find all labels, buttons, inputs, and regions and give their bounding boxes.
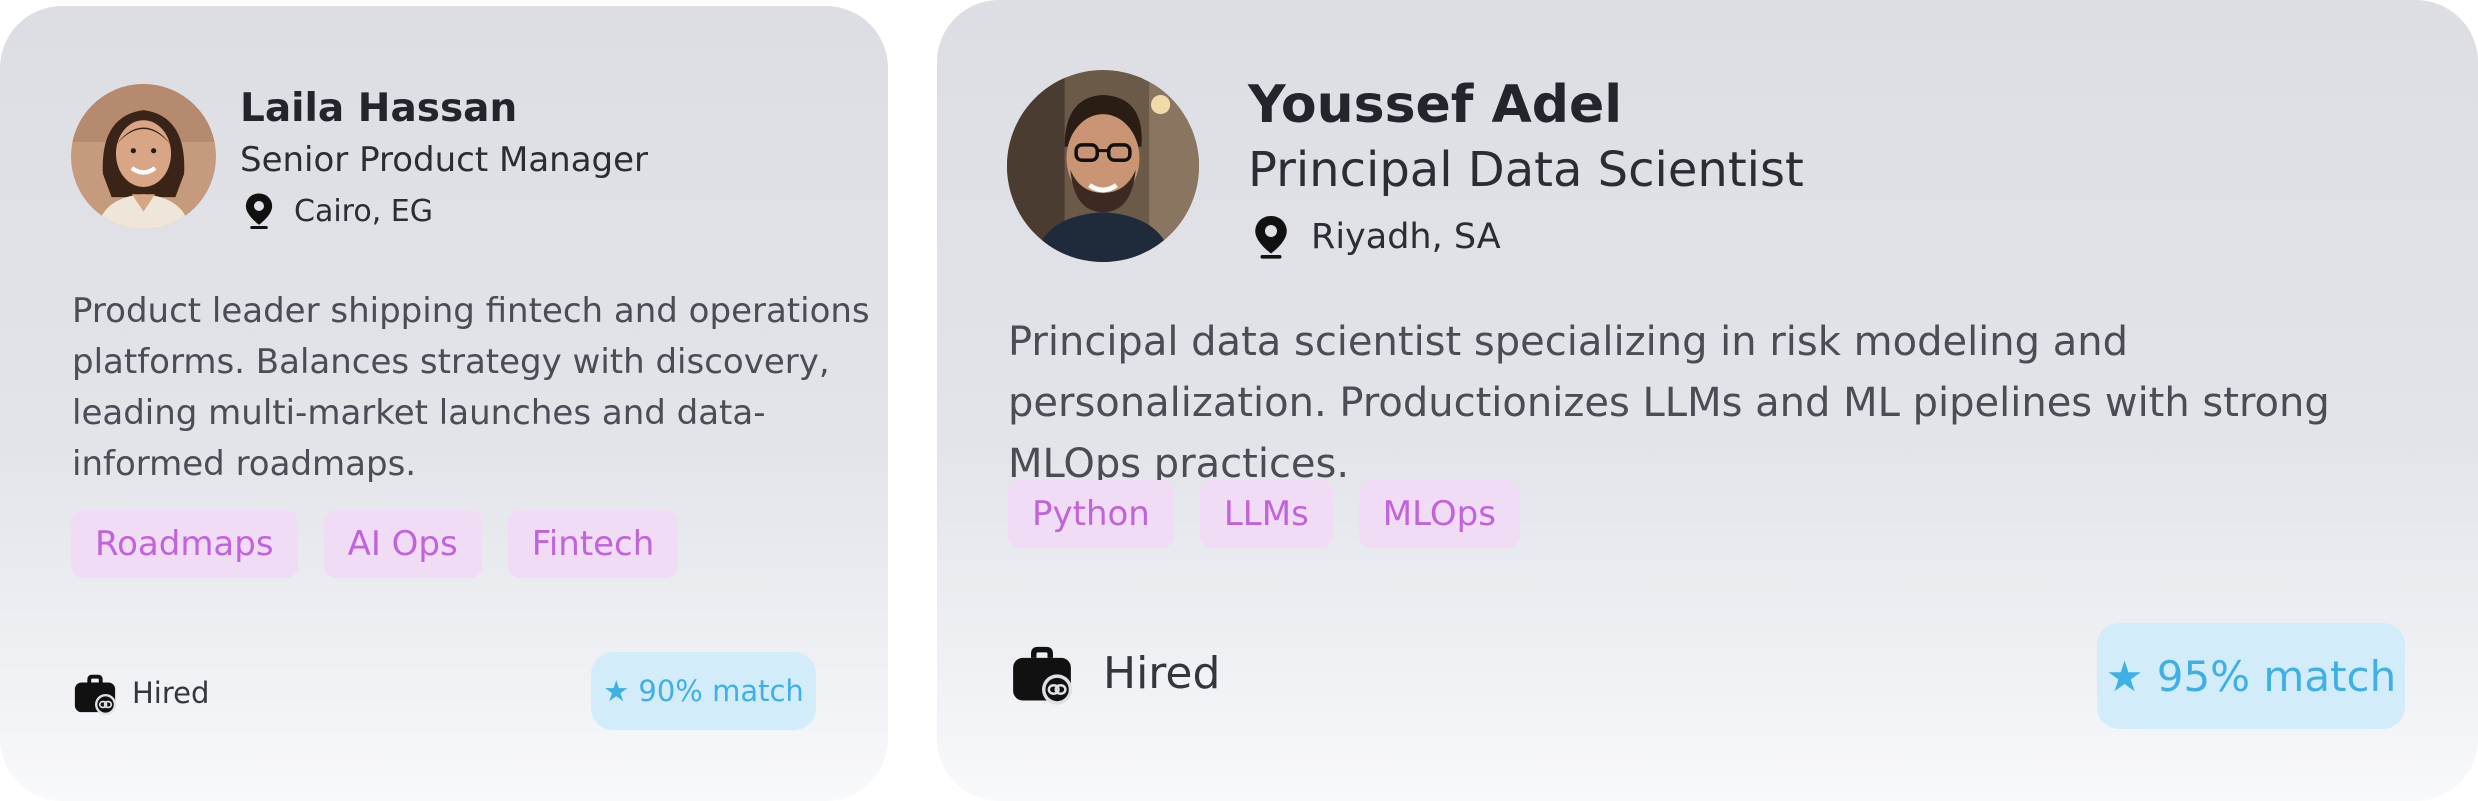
map-pin-icon — [1255, 216, 1287, 259]
briefcase-link-icon — [74, 674, 117, 716]
candidate-title: Senior Product Manager — [240, 140, 649, 180]
skill-tags: Python LLMs MLOps — [1008, 480, 1546, 548]
hiring-status: Hired — [1009, 640, 1220, 706]
skill-tag[interactable]: LLMs — [1199, 480, 1333, 548]
hiring-status: Hired — [72, 670, 209, 716]
match-badge: ★ 95% match — [2097, 623, 2405, 729]
candidate-card-laila[interactable]: Laila Hassan Senior Product Manager Cair… — [0, 6, 888, 801]
candidate-bio: Product leader shipping fintech and oper… — [72, 291, 870, 484]
avatar — [71, 84, 216, 229]
match-badge: ★ 90% match — [591, 652, 816, 730]
candidate-name: Laila Hassan — [240, 86, 518, 131]
candidate-title: Principal Data Scientist — [1248, 142, 1804, 198]
status-text: Hired — [1103, 647, 1221, 699]
location-text: Riyadh, SA — [1311, 217, 1501, 257]
candidate-bio: Principal data scientist specializing in… — [1008, 319, 2330, 487]
map-pin-icon — [245, 193, 273, 229]
status-text: Hired — [132, 676, 210, 710]
avatar-photo — [1007, 70, 1199, 262]
skill-tag[interactable]: AI Ops — [323, 510, 482, 578]
candidate-name: Youssef Adel — [1248, 75, 1623, 135]
avatar-photo — [71, 84, 216, 229]
skill-tags: Roadmaps AI Ops Fintech — [71, 510, 704, 578]
skill-tag[interactable]: Python — [1008, 480, 1174, 548]
briefcase-link-icon — [1013, 646, 1073, 705]
location-text: Cairo, EG — [294, 193, 433, 229]
skill-tag[interactable]: Roadmaps — [71, 510, 298, 578]
skill-tag[interactable]: Fintech — [507, 510, 679, 578]
avatar — [1007, 70, 1199, 262]
skill-tag[interactable]: MLOps — [1358, 480, 1520, 548]
candidate-location: Riyadh, SA — [1253, 214, 1501, 260]
candidate-card-youssef[interactable]: Youssef Adel Principal Data Scientist Ri… — [937, 0, 2478, 801]
candidate-location: Cairo, EG — [244, 192, 433, 230]
